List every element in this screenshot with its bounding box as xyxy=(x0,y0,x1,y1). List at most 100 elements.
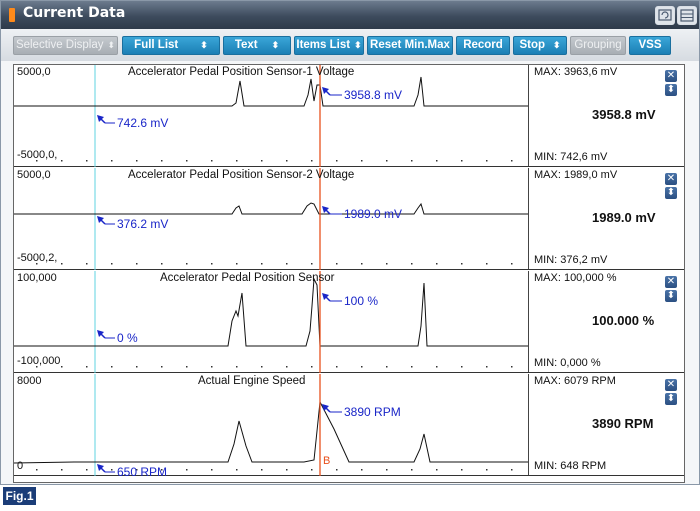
signal-trace xyxy=(14,202,528,215)
axis-tick xyxy=(286,160,288,162)
min-value-label: MIN: 376,2 mV xyxy=(534,254,608,266)
y-max-label: 8000 xyxy=(17,375,42,387)
axis-tick xyxy=(361,160,363,162)
axis-tick xyxy=(111,469,113,471)
text-select[interactable]: Text ⬍ xyxy=(223,36,291,55)
axis-tick xyxy=(461,469,463,471)
axis-tick xyxy=(161,366,163,368)
axis-tick xyxy=(461,263,463,265)
menu-icon[interactable] xyxy=(677,6,697,25)
axis-tick xyxy=(61,366,63,368)
axis-tick xyxy=(61,469,63,471)
axis-tick xyxy=(286,263,288,265)
signal-trace xyxy=(14,76,528,107)
axis-tick xyxy=(286,366,288,368)
y-max-label: 5000,0 xyxy=(17,66,51,78)
toolbar: Selective Display ⬍ Full List ⬍ Text ⬍ Item… xyxy=(1,29,699,61)
axis-tick xyxy=(236,160,238,162)
close-graph-icon[interactable]: ✕ xyxy=(665,379,677,391)
panel-title: Accelerator Pedal Position Sensor xyxy=(160,272,335,284)
min-value-label: MIN: 742,6 mV xyxy=(534,151,608,163)
swap-graph-icon[interactable]: ⬍ xyxy=(665,290,677,302)
selective-display-select[interactable]: Selective Display ⬍ xyxy=(13,36,118,55)
dropdown-icon: ⬍ xyxy=(354,40,362,50)
axis-tick xyxy=(486,366,488,368)
text-label: Text xyxy=(234,39,258,51)
axis-tick xyxy=(336,366,338,368)
axis-tick xyxy=(361,366,363,368)
stop-select[interactable]: Stop ⬍ xyxy=(513,36,567,55)
axis-tick xyxy=(111,160,113,162)
close-graph-icon[interactable]: ✕ xyxy=(665,173,677,185)
axis-tick xyxy=(336,469,338,471)
axis-tick xyxy=(486,263,488,265)
signal-trace xyxy=(14,400,528,464)
items-list-label: Items List xyxy=(296,39,351,51)
title-status-icon xyxy=(9,8,15,22)
swap-graph-icon[interactable]: ⬍ xyxy=(665,187,677,199)
max-value-label: MAX: 1989,0 mV xyxy=(534,169,618,181)
axis-tick xyxy=(236,366,238,368)
marker-annotation: 650 RPM xyxy=(117,465,167,476)
full-list-select[interactable]: Full List ⬍ xyxy=(122,36,220,55)
close-graph-icon[interactable]: ✕ xyxy=(665,276,677,288)
axis-tick xyxy=(211,469,213,471)
swap-graph-icon[interactable]: ⬍ xyxy=(665,393,677,405)
graph-panel: 3958.8 mV 742.6 mV 5000,0 -5000,0, Accelerat… xyxy=(14,65,684,167)
axis-tick xyxy=(236,469,238,471)
axis-tick xyxy=(136,263,138,265)
axis-tick xyxy=(311,469,313,471)
y-min-label: -100,000 xyxy=(17,355,61,367)
value-separator xyxy=(528,65,529,166)
axis-tick xyxy=(86,263,88,265)
axis-tick xyxy=(486,160,488,162)
items-list-select[interactable]: Items List ⬍ xyxy=(294,36,364,55)
axis-tick xyxy=(86,160,88,162)
y-max-label: 5000,0 xyxy=(17,169,51,181)
axis-tick xyxy=(236,263,238,265)
min-value-label: MIN: 648 RPM xyxy=(534,460,607,472)
axis-tick xyxy=(286,469,288,471)
y-min-label: -5000,0, xyxy=(17,149,58,161)
cursor-annotation: 3890 RPM xyxy=(344,405,401,419)
cursor-label: B xyxy=(323,455,330,467)
close-graph-icon[interactable]: ✕ xyxy=(665,70,677,82)
selective-display-label: Selective Display xyxy=(15,39,104,51)
panel-title: Actual Engine Speed xyxy=(198,375,306,387)
reset-min-max-button[interactable]: Reset Min.Max xyxy=(367,36,453,55)
swap-graph-icon[interactable]: ⬍ xyxy=(665,84,677,96)
trace-plot: 3958.8 mV 742.6 mV xyxy=(14,65,528,167)
axis-tick xyxy=(511,469,513,471)
axis-tick xyxy=(211,160,213,162)
max-value-label: MAX: 3963,6 mV xyxy=(534,66,618,78)
axis-tick xyxy=(161,263,163,265)
axis-tick xyxy=(411,263,413,265)
axis-tick xyxy=(461,366,463,368)
axis-tick xyxy=(461,160,463,162)
axis-tick xyxy=(211,263,213,265)
graph-area: 3958.8 mV 742.6 mV 5000,0 -5000,0, Accelerat… xyxy=(13,64,685,483)
grouping-button[interactable]: Grouping xyxy=(570,36,626,55)
cursor-annotation: 3958.8 mV xyxy=(344,88,402,102)
y-min-label: 0 xyxy=(17,460,24,472)
axis-tick xyxy=(336,160,338,162)
axis-tick xyxy=(386,263,388,265)
axis-tick xyxy=(186,263,188,265)
axis-tick xyxy=(386,366,388,368)
value-separator xyxy=(528,271,529,372)
axis-tick xyxy=(61,263,63,265)
stop-label: Stop xyxy=(519,39,545,51)
axis-tick xyxy=(386,160,388,162)
axis-tick xyxy=(511,366,513,368)
record-button[interactable]: Record xyxy=(456,36,510,55)
axis-tick xyxy=(436,263,438,265)
vss-button[interactable]: VSS xyxy=(629,36,671,55)
panel-title: Accelerator Pedal Position Sensor-2 Volt… xyxy=(128,169,355,181)
axis-tick xyxy=(436,160,438,162)
dropdown-icon: ⬍ xyxy=(553,40,561,50)
retry-icon[interactable] xyxy=(655,6,675,25)
axis-tick xyxy=(361,263,363,265)
figure-tag: Fig.1 xyxy=(3,487,36,505)
current-value: 3958.8 mV xyxy=(592,107,656,122)
axis-tick xyxy=(186,366,188,368)
